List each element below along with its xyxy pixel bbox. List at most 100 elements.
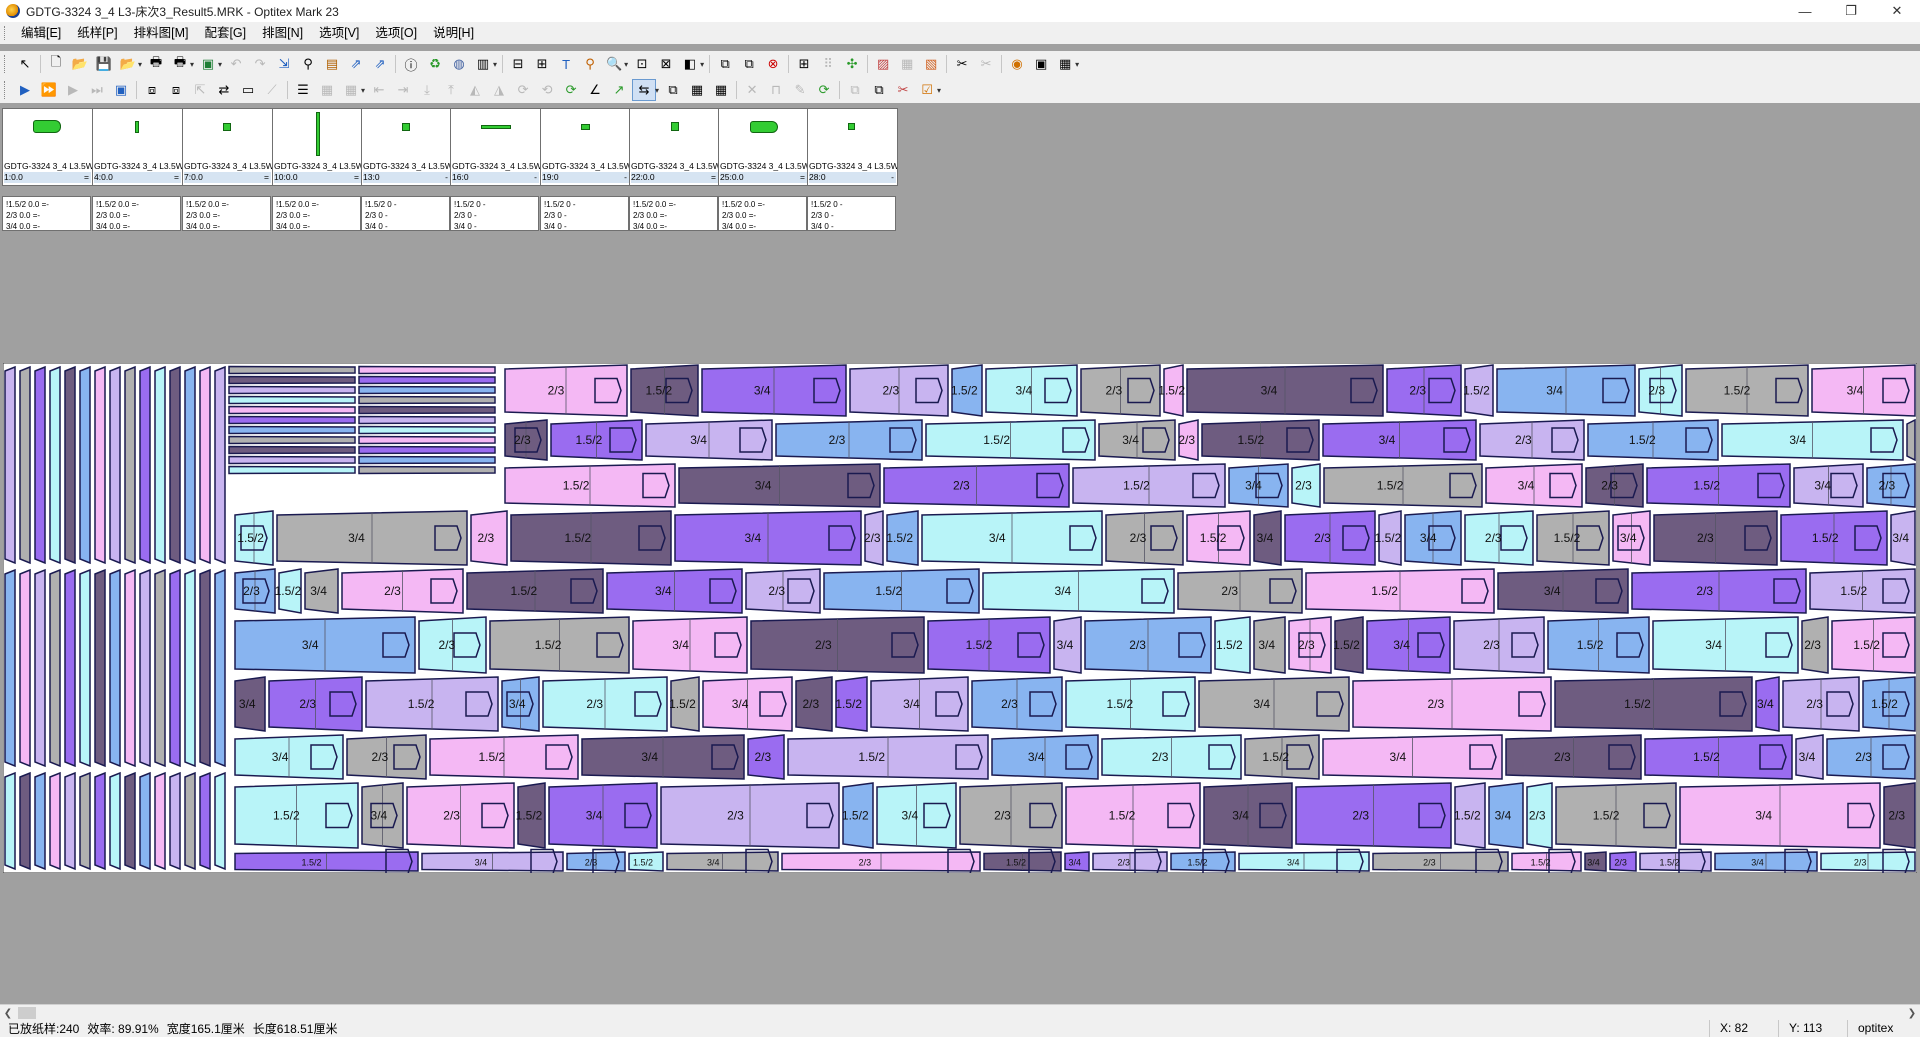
marker-piece[interactable] [358,365,496,375]
select-arrow-icon[interactable]: ↖ [14,54,36,74]
marker-piece[interactable]: 1.5/2 [234,848,419,874]
play-next-icon[interactable]: ⏭ [86,80,108,100]
mirror-icon[interactable]: ◭ [464,80,486,100]
marker-piece[interactable] [109,771,121,871]
marker-piece[interactable]: 3/4 [361,782,404,849]
split-icon[interactable]: ⧉ [844,80,866,100]
marker-piece[interactable]: 3/4 [1795,734,1824,780]
marker-piece[interactable] [34,365,46,565]
undo-icon[interactable]: ↶ [225,54,247,74]
chevron-down-icon[interactable]: ▾ [138,60,142,69]
move-icon[interactable]: ⇱ [189,80,211,100]
marker-piece[interactable] [154,771,166,871]
marker-piece[interactable]: 2/3 [1284,510,1376,566]
angle-icon[interactable]: ∠ [584,80,606,100]
notebook-icon[interactable]: ▤ [321,54,343,74]
marker-piece[interactable]: 3/4 [1253,510,1282,566]
split2-icon[interactable]: ⧉ [868,80,890,100]
marker-piece[interactable]: 1.5/2 [1646,463,1791,508]
open-recent-icon[interactable]: 📂 [117,54,139,74]
drop-icon[interactable]: ◉ [1006,54,1028,74]
marker-piece[interactable]: 3/4 [1366,616,1451,674]
marker-piece[interactable]: 2/3 [1801,616,1829,674]
marker-piece[interactable]: 1.5/2 [927,616,1051,674]
marker-piece[interactable]: 1.5/2 [1554,676,1753,732]
refresh-icon[interactable]: ⟳ [560,80,582,100]
chevron-down-icon[interactable]: ▾ [1075,60,1079,69]
piece-thumb[interactable]: GDTG-3324 3_4 L3.5W 10:0.0 = [272,108,363,186]
size-list[interactable]: !1.5/2 0.0 =- 2/3 0.0 =- 3/4 0.0 =- [92,196,181,231]
marker-piece[interactable] [109,568,121,768]
marker-piece[interactable]: 2/3 [745,568,821,614]
marker-piece[interactable]: 1.5/2 [1685,364,1809,417]
marker-piece[interactable]: 2/3 [470,510,508,566]
text-tool-icon[interactable]: T [555,54,577,74]
marker-piece[interactable]: 3/4 [632,616,748,674]
marker-piece[interactable] [139,568,151,768]
list-icon[interactable]: ☰ [292,80,314,100]
marker-piece[interactable]: 3/4 [304,568,339,614]
marker-piece[interactable] [358,445,496,455]
marker-piece[interactable]: 3/4 [1098,419,1176,461]
marker-piece[interactable]: 1.5/2 [951,364,983,417]
settings-icon[interactable]: ▦ [1054,54,1076,74]
marker-piece[interactable]: 3/4 [701,364,847,417]
zoom-window-icon[interactable]: ◧ [679,54,701,74]
marker-piece[interactable]: 1.5/2 [1244,734,1320,780]
marker-piece[interactable] [358,385,496,395]
measure-icon[interactable]: ⊞ [531,54,553,74]
marker-piece[interactable]: 1.5/2 [1170,848,1236,874]
menu-nest[interactable]: 排图[N] [254,22,311,44]
marker-piece[interactable] [94,771,106,871]
marker-piece[interactable]: 3/4 [1721,419,1904,461]
print-icon[interactable]: 🖶 [145,54,167,74]
marker-piece[interactable] [169,771,181,871]
marker-piece[interactable] [139,365,151,565]
marker-piece[interactable] [228,405,356,415]
import-icon[interactable]: ⇲ [273,54,295,74]
marker-piece[interactable]: 1.5/2 [835,676,868,732]
save-icon[interactable]: 💾 [93,54,115,74]
marker-piece[interactable]: 2/3 [542,676,668,732]
marker-piece[interactable]: 3/4 [1053,616,1082,674]
marker-piece[interactable]: 3/4 [1890,510,1916,566]
marker-piece[interactable]: 3/4 [1322,734,1503,780]
marker-piece[interactable]: 2/3 [1101,734,1242,780]
marker-piece[interactable]: 3/4 [1228,463,1289,508]
piece-thumb[interactable]: GDTG-3324 3_4 L3.5W 28:0- [807,108,898,186]
tools-icon[interactable]: ✂ [951,54,973,74]
marker-piece[interactable]: 3/4 [1186,364,1384,417]
tools2-icon[interactable]: ✂ [892,80,914,100]
marker-piece[interactable]: 3/4 [702,676,793,732]
plotter-icon[interactable]: 🖶 [169,54,191,74]
marker-piece[interactable]: 2/3 [1464,510,1534,566]
piece-thumb[interactable]: GDTG-3324 3_4 L3.5W 16:0- [450,108,541,186]
marker-piece[interactable]: 2/3 [1178,419,1199,461]
marker-piece[interactable]: 1.5/2 [630,364,699,417]
marker-piece[interactable] [358,395,496,405]
play-icon[interactable]: ▶ [14,80,36,100]
rotate-box-icon[interactable]: ▭ [237,80,259,100]
marker-piece[interactable]: 1.5/2 [429,734,579,780]
piece-thumb[interactable]: GDTG-3324 3_4 L3.5W 7:0.0 = [182,108,273,186]
marker-piece[interactable] [4,365,16,565]
zoom-all-icon[interactable]: ⊠ [655,54,677,74]
marker-piece[interactable]: 3/4 [1652,616,1799,674]
marker-piece[interactable]: 2/3 [959,782,1063,849]
marker-piece[interactable] [199,568,211,768]
marker-piece[interactable]: 3/4 [1488,782,1524,849]
open-folder-icon[interactable]: 📂 [69,54,91,74]
marker-piece[interactable] [79,568,91,768]
piece-duplicate-icon[interactable]: ⧉ [738,54,760,74]
marker-piece[interactable]: 3/4 [876,782,957,849]
size-list[interactable]: !1.5/2 0.0 =- 2/3 0.0 =- 3/4 0.0 =- [629,196,718,231]
marker-piece[interactable] [49,365,61,565]
align-icon[interactable]: ⊞ [793,54,815,74]
marker-piece[interactable]: 3/4 [1496,364,1636,417]
marker-piece[interactable]: 2/3 [1866,463,1916,508]
marker-piece[interactable]: 3/4 [1679,782,1881,849]
marker-piece[interactable] [358,375,496,385]
pin-icon[interactable]: ⚲ [579,54,601,74]
marker-piece[interactable] [64,771,76,871]
marker-piece[interactable]: 3/4 [674,510,862,566]
